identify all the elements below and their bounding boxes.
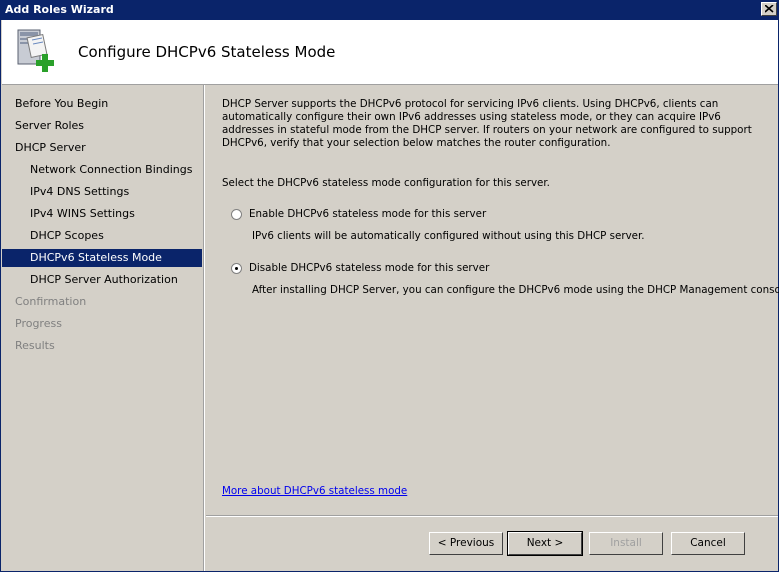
enable-stateless-option[interactable]: Enable DHCPv6 stateless mode for this se… xyxy=(231,208,531,224)
disable-stateless-radio[interactable] xyxy=(231,263,242,274)
nav-item-before-you-begin[interactable]: Before You Begin xyxy=(2,95,202,113)
nav-item-dhcp-server-authorization[interactable]: DHCP Server Authorization xyxy=(2,271,202,289)
enable-stateless-radio[interactable] xyxy=(231,209,242,220)
nav-item-dhcpv6-stateless-mode[interactable]: DHCPv6 Stateless Mode xyxy=(2,249,202,267)
nav-item-network-connection-bindings[interactable]: Network Connection Bindings xyxy=(2,161,202,179)
footer-divider xyxy=(206,515,778,517)
nav-item-dhcp-server[interactable]: DHCP Server xyxy=(2,139,202,157)
disable-stateless-description: After installing DHCP Server, you can co… xyxy=(252,284,779,296)
nav-item-dhcp-scopes[interactable]: DHCP Scopes xyxy=(2,227,202,245)
enable-stateless-label[interactable]: Enable DHCPv6 stateless mode for this se… xyxy=(249,208,486,220)
more-info-link[interactable]: More about DHCPv6 stateless mode xyxy=(222,485,407,497)
wizard-window: Add Roles Wizard Configure DHCPv6 Statel… xyxy=(0,0,779,572)
nav-item-confirmation: Confirmation xyxy=(15,295,87,308)
nav-item-ipv4-dns-settings[interactable]: IPv4 DNS Settings xyxy=(2,183,202,201)
wizard-content: DHCP Server supports the DHCPv6 protocol… xyxy=(206,85,779,515)
enable-stateless-description: IPv6 clients will be automatically confi… xyxy=(252,230,645,242)
previous-button[interactable]: < Previous xyxy=(429,532,503,555)
cancel-button[interactable]: Cancel xyxy=(671,532,745,555)
title-bar[interactable]: Add Roles Wizard xyxy=(1,0,779,20)
wizard-header: Configure DHCPv6 Stateless Mode xyxy=(2,20,778,85)
nav-item-results: Results xyxy=(15,339,55,352)
close-button[interactable] xyxy=(761,2,777,16)
selection-prompt: Select the DHCPv6 stateless mode configu… xyxy=(222,177,550,189)
nav-item-ipv4-wins-settings[interactable]: IPv4 WINS Settings xyxy=(2,205,202,223)
nav-item-progress: Progress xyxy=(15,317,62,330)
disable-stateless-label[interactable]: Disable DHCPv6 stateless mode for this s… xyxy=(249,262,489,274)
page-title: Configure DHCPv6 Stateless Mode xyxy=(78,43,336,61)
close-icon xyxy=(765,5,774,13)
server-roles-add-icon xyxy=(17,29,54,72)
disable-stateless-option[interactable]: Disable DHCPv6 stateless mode for this s… xyxy=(231,262,531,278)
window-title: Add Roles Wizard xyxy=(5,3,114,16)
next-button[interactable]: Next > xyxy=(507,531,583,556)
nav-item-server-roles[interactable]: Server Roles xyxy=(2,117,202,135)
wizard-steps-sidebar: Before You Begin Server Roles DHCP Serve… xyxy=(2,85,205,571)
description-text: DHCP Server supports the DHCPv6 protocol… xyxy=(222,98,752,149)
install-button: Install xyxy=(589,532,663,555)
